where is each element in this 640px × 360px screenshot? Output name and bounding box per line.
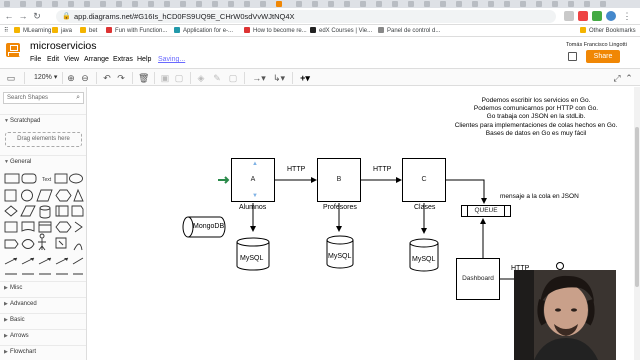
scrollbar-thumb[interactable]	[635, 127, 639, 287]
node-b-label: B	[336, 176, 342, 183]
service-name-clases[interactable]: Clases	[414, 204, 435, 211]
queue-message-label[interactable]: mensaje a la cola en JSON	[500, 193, 579, 200]
webcam-overlay	[514, 270, 616, 360]
dashboard-label: Dashboard	[462, 275, 494, 282]
service-node-b[interactable]: B	[317, 158, 361, 202]
arrowhead-icon	[421, 228, 427, 234]
note-line: Clientes para implementaciones de colas …	[454, 121, 618, 129]
service-node-c[interactable]: C	[402, 158, 446, 202]
mongodb-label: MongoDB	[193, 223, 225, 230]
note-line: Bases de datos en Go es muy fácil	[485, 129, 587, 137]
arrow-down-hint-icon[interactable]: ▼	[252, 193, 258, 199]
notes-text-block[interactable]: Podemos escribir los servicios en Go. Po…	[446, 97, 626, 138]
queue-node[interactable]: QUEUE	[461, 205, 511, 217]
service-name-profesores[interactable]: Profesores	[323, 204, 357, 211]
arrow-c-to-queue[interactable]	[446, 179, 485, 200]
service-name-alumnos[interactable]: Alumnos	[239, 204, 266, 211]
queue-label: QUEUE	[474, 207, 498, 214]
service-node-a[interactable]: A ▲ ▼	[231, 158, 275, 202]
arrowhead-icon	[250, 226, 256, 232]
node-c-label: C	[421, 176, 427, 183]
http-label[interactable]: HTTP	[373, 166, 391, 173]
canvas-vertical-scrollbar[interactable]	[634, 87, 640, 360]
note-line: Podemos escribir los servicios en Go.	[481, 97, 591, 104]
mysql-label: MySQL	[328, 253, 352, 260]
arrowhead-icon	[336, 226, 342, 232]
client-circle[interactable]	[556, 262, 564, 270]
dashboard-node[interactable]: Dashboard	[456, 258, 500, 300]
mysql-label: MySQL	[240, 255, 264, 262]
arrowhead-icon	[480, 218, 486, 224]
note-line: Podemos comunicarnos por HTTP con Go.	[473, 105, 599, 113]
note-line: Go trabaja con JSON en la stdLib.	[486, 113, 586, 121]
arrowhead-icon	[481, 198, 487, 204]
queue-divider	[504, 206, 505, 216]
move-cursor-icon[interactable]	[217, 175, 231, 185]
queue-divider	[467, 206, 468, 216]
mysql-label: MySQL	[412, 256, 436, 263]
node-a-label: A	[250, 176, 256, 183]
http-label[interactable]: HTTP	[287, 166, 305, 173]
arrow-up-hint-icon[interactable]: ▲	[252, 161, 258, 167]
